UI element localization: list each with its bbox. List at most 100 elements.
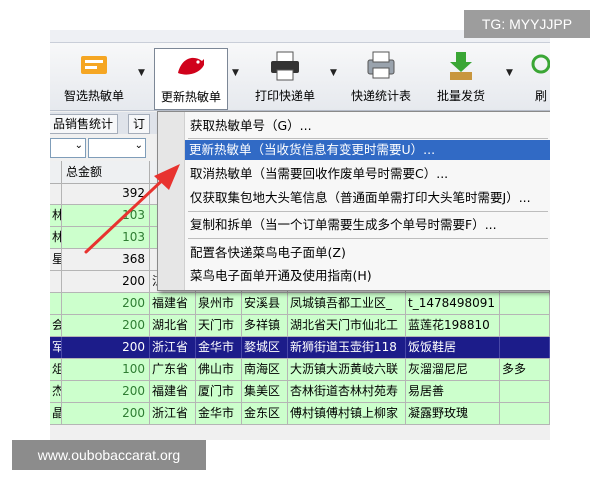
table-row[interactable]: 军200浙江省金华市婺城区新狮街道玉壶街118饭饭鞋居: [50, 337, 550, 359]
cell-extra: [500, 337, 550, 358]
menu-separator: [188, 138, 548, 139]
cell-address: 凤城镇吾都工业区_: [288, 293, 406, 314]
cell-city: 佛山市: [196, 359, 242, 380]
cell-city: 天门市: [196, 315, 242, 336]
cell-lead: [50, 183, 62, 204]
cell-district: 南海区: [242, 359, 288, 380]
cell-lead: 林: [50, 205, 62, 226]
menu-separator: [188, 238, 548, 239]
cell-name: 蓝莲花198810: [406, 315, 500, 336]
chevron-down-icon[interactable]: ▼: [330, 68, 337, 78]
filter-select-2[interactable]: ⌄: [88, 138, 146, 158]
cell-extra: [500, 381, 550, 402]
cell-name: 凝露野玫瑰: [406, 403, 500, 424]
menu-item-config-cainiao[interactable]: 配置各快递菜鸟电子面单(Z): [186, 243, 548, 263]
cell-city: 金华市: [196, 337, 242, 358]
download-box-icon: [450, 52, 472, 80]
cell-address: 傅村镇傅村镇上柳家: [288, 403, 406, 424]
print-express-button[interactable]: 打印快递单: [246, 48, 324, 108]
chevron-down-icon: ⌄: [74, 140, 83, 151]
cell-lead: 晶: [50, 403, 62, 424]
watermark-top-right: TG: MYYJJPP: [464, 10, 590, 38]
cell-district: 安溪县: [242, 293, 288, 314]
cell-province: 浙江省: [150, 403, 196, 424]
menu-separator: [188, 211, 548, 212]
menu-gutter: [158, 112, 185, 290]
header-amount[interactable]: 总金额: [62, 161, 150, 183]
cell-amount: 200: [62, 315, 150, 336]
cell-address: 杏林街道杏林村苑寿: [288, 381, 406, 402]
express-stats-button[interactable]: 快递统计表: [340, 48, 422, 108]
cell-district: 婺城区: [242, 337, 288, 358]
cell-province: 湖北省: [150, 315, 196, 336]
smart-thermal-label: 智选热敏单: [63, 89, 124, 103]
cell-lead: [50, 293, 62, 314]
tab-sales-stats[interactable]: 品销售统计: [50, 114, 119, 134]
table-row[interactable]: 杰200福建省厦门市集美区杏林街道杏林村苑寿易居善: [50, 381, 550, 403]
update-thermal-dropdown-menu: 获取热敏单号（G）... 更新热敏单（当收货信息有变更时需要U）... 取消热敏…: [157, 111, 550, 291]
menu-item-cainiao-guide[interactable]: 菜鸟电子面单开通及使用指南(H): [186, 266, 548, 286]
menu-item-get-thermal-number[interactable]: 获取热敏单号（G）...: [186, 116, 548, 136]
cell-province: 福建省: [150, 381, 196, 402]
cell-lead: 军: [50, 337, 62, 358]
chevron-down-icon: ⌄: [134, 140, 143, 151]
cell-province: 广东省: [150, 359, 196, 380]
cell-amount: 368: [62, 249, 150, 270]
table-row[interactable]: 会200湖北省天门市多祥镇湖北省天门市仙北工蓝莲花198810: [50, 315, 550, 337]
filter-select-1[interactable]: ⌄: [50, 138, 86, 158]
cell-province: 福建省: [150, 293, 196, 314]
chevron-down-icon[interactable]: ▼: [506, 68, 513, 78]
cell-province: 浙江省: [150, 337, 196, 358]
app-window: 智选热敏单 ▼ 更新热敏单 ▼ 打印快递单 ▼ 快递统计表 批量发货 ▼ 刷 品…: [50, 30, 550, 440]
menu-item-cancel-thermal[interactable]: 取消热敏单（当需要回收作废单号时需要C）...: [186, 164, 548, 184]
cell-amount: 103: [62, 227, 150, 248]
batch-ship-button[interactable]: 批量发货: [426, 48, 496, 108]
cell-district: 集美区: [242, 381, 288, 402]
cell-city: 泉州市: [196, 293, 242, 314]
bird-logo-icon: [178, 57, 204, 75]
watermark-bottom-left: www.oubobaccarat.org: [12, 440, 206, 470]
cell-lead: 俎: [50, 359, 62, 380]
cell-amount: 392: [62, 183, 150, 204]
menu-item-get-bigpen-info[interactable]: 仅获取集包地大头笔信息（普通面单需打印大头笔时需要J）...: [186, 188, 548, 208]
toolbar: 智选热敏单 ▼ 更新热敏单 ▼ 打印快递单 ▼ 快递统计表 批量发货 ▼ 刷: [50, 30, 550, 111]
tab-orders[interactable]: 订: [128, 114, 151, 134]
cell-name: 饭饭鞋居: [406, 337, 500, 358]
cell-city: 厦门市: [196, 381, 242, 402]
cell-lead: 星: [50, 249, 62, 270]
refresh-icon: [531, 54, 550, 74]
cell-lead: 会: [50, 315, 62, 336]
cell-lead: [50, 271, 62, 292]
cell-district: 金东区: [242, 403, 288, 424]
cell-amount: 200: [62, 381, 150, 402]
chevron-down-icon[interactable]: ▼: [138, 68, 145, 78]
cell-name: 易居善: [406, 381, 500, 402]
cell-city: 金华市: [196, 403, 242, 424]
cell-address: 大沥镇大沥黄岐六联: [288, 359, 406, 380]
refresh-button[interactable]: 刷: [526, 48, 550, 108]
cell-extra: [500, 403, 550, 424]
update-thermal-button[interactable]: 更新热敏单: [154, 48, 228, 110]
cell-name: 灰溜溜尼尼: [406, 359, 500, 380]
cell-amount: 103: [62, 205, 150, 226]
table-row[interactable]: 200 福建省 泉州市 安溪县 凤城镇吾都工业区_ t_1478498091: [50, 293, 550, 315]
table-row[interactable]: 晶200浙江省金华市金东区傅村镇傅村镇上柳家凝露野玫瑰: [50, 403, 550, 425]
menu-item-update-thermal[interactable]: 更新热敏单（当收货信息有变更时需要U）...: [185, 140, 550, 160]
chevron-down-icon[interactable]: ▼: [232, 68, 239, 78]
cell-address: 新狮街道玉壶街118: [288, 337, 406, 358]
menu-item-copy-split[interactable]: 复制和拆单（当一个订单需要生成多个单号时需要F）...: [186, 215, 548, 235]
update-thermal-label: 更新热敏单: [160, 90, 221, 104]
cell-district: 多祥镇: [242, 315, 288, 336]
batch-ship-label: 批量发货: [436, 89, 485, 103]
table-row[interactable]: 俎100广东省佛山市南海区大沥镇大沥黄岐六联灰溜溜尼尼多多: [50, 359, 550, 381]
cell-amount: 200: [62, 271, 150, 292]
printer-icon: [271, 51, 299, 81]
cell-amount: 100: [62, 359, 150, 380]
cell-amount: 200: [62, 293, 150, 314]
cell-address: 湖北省天门市仙北工: [288, 315, 406, 336]
cell-amount: 200: [62, 337, 150, 358]
cell-lead: 杰: [50, 381, 62, 402]
print-express-label: 打印快递单: [254, 89, 315, 103]
express-stats-label: 快递统计表: [350, 89, 411, 103]
smart-thermal-button[interactable]: 智选热敏单: [52, 48, 136, 108]
